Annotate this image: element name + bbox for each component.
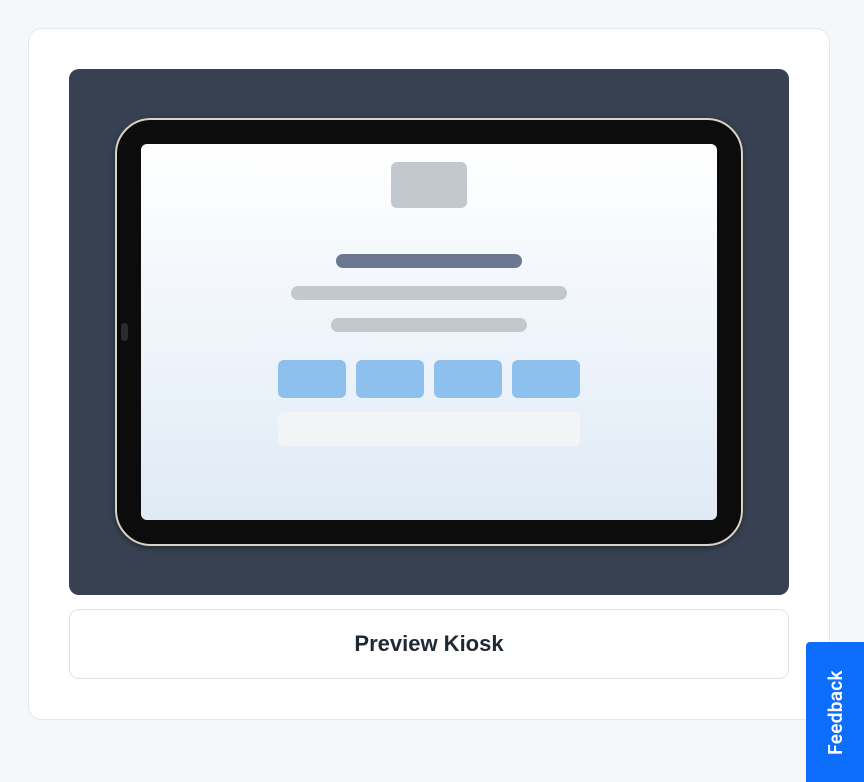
kiosk-skeleton-input	[278, 412, 580, 446]
tablet-camera-icon	[121, 323, 128, 341]
kiosk-skeleton-button	[356, 360, 424, 398]
preview-stage	[69, 69, 789, 595]
kiosk-skeleton-subtitle-1	[291, 286, 567, 300]
feedback-tab-label: Feedback	[824, 670, 847, 755]
tablet-screen	[141, 144, 717, 520]
kiosk-skeleton-button	[278, 360, 346, 398]
kiosk-skeleton-button-row	[278, 360, 580, 398]
kiosk-skeleton-button	[512, 360, 580, 398]
feedback-tab[interactable]: Feedback	[806, 642, 864, 782]
tablet-device-frame	[115, 118, 743, 546]
kiosk-skeleton-title	[336, 254, 522, 268]
kiosk-skeleton-subtitle-2	[331, 318, 527, 332]
preview-kiosk-button[interactable]: Preview Kiosk	[69, 609, 789, 679]
kiosk-skeleton-button	[434, 360, 502, 398]
preview-kiosk-button-label: Preview Kiosk	[354, 631, 503, 657]
kiosk-skeleton-logo	[391, 162, 467, 208]
preview-card: Preview Kiosk	[28, 28, 830, 720]
